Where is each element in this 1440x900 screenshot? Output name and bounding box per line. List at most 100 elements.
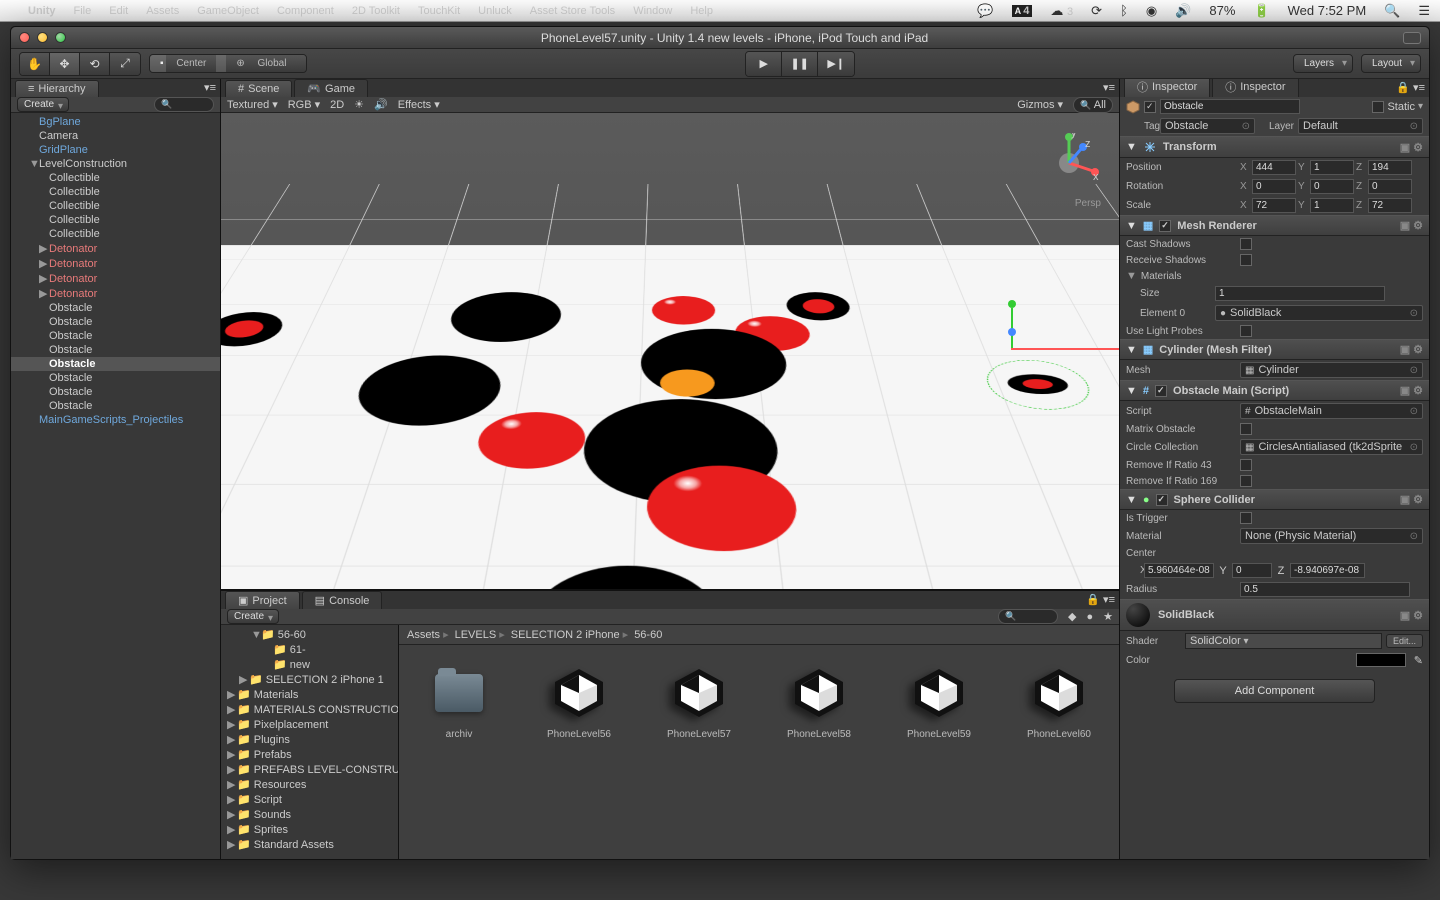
hierarchy-item[interactable]: Obstacle: [11, 399, 220, 413]
gizmos-dropdown[interactable]: Gizmos ▾: [1017, 98, 1063, 111]
menu-item[interactable]: Window: [633, 5, 672, 17]
bluetooth-icon[interactable]: ᛒ: [1120, 3, 1128, 18]
hierarchy-item[interactable]: MainGameScripts_Projectiles: [11, 413, 220, 427]
pos-z[interactable]: [1368, 160, 1412, 175]
panel-menu-icon[interactable]: ▾≡: [1103, 81, 1115, 94]
light-toggle[interactable]: ☀: [354, 98, 364, 111]
gameobject-name[interactable]: [1160, 99, 1300, 114]
hierarchy-item[interactable]: Obstacle: [11, 385, 220, 399]
hierarchy-item[interactable]: ▶Detonator: [11, 241, 220, 256]
hierarchy-item[interactable]: ▶Detonator: [11, 256, 220, 271]
hierarchy-search[interactable]: 🔍: [154, 97, 214, 112]
spherecollider-header[interactable]: ▼ ● Sphere Collider▣ ⚙: [1120, 489, 1429, 510]
meshrenderer-header[interactable]: ▼ ▦ Mesh Renderer▣ ⚙: [1120, 215, 1429, 236]
notification-icon[interactable]: 💬: [977, 3, 993, 19]
menu-item[interactable]: GameObject: [197, 5, 259, 17]
center-z[interactable]: [1290, 563, 1365, 578]
hierarchy-item[interactable]: Obstacle: [11, 371, 220, 385]
scale-tool[interactable]: ⤢: [110, 53, 140, 75]
cast-shadows[interactable]: [1240, 238, 1252, 250]
filter-icon[interactable]: ◆: [1068, 610, 1076, 623]
battery-icon[interactable]: 🔋: [1253, 3, 1269, 19]
project-create[interactable]: Create: [227, 609, 279, 624]
script-field[interactable]: # ObstacleMain: [1240, 403, 1423, 419]
game-tab[interactable]: 🎮Game: [294, 79, 368, 97]
project-tree-item[interactable]: ▶📁 Resources: [221, 777, 398, 792]
asset-item[interactable]: archiv: [419, 665, 499, 740]
scene-search[interactable]: 🔍 All: [1073, 97, 1113, 113]
hierarchy-item[interactable]: ▼LevelConstruction: [11, 157, 220, 171]
project-tree-item[interactable]: ▶📁 Script: [221, 792, 398, 807]
obstaclemain-header[interactable]: ▼ # Obstacle Main (Script)▣ ⚙: [1120, 380, 1429, 401]
breadcrumb-item[interactable]: 56-60: [634, 629, 662, 641]
project-tree-item[interactable]: ▶📁 Pixelplacement: [221, 717, 398, 732]
project-tree-item[interactable]: ▶📁 MATERIALS CONSTRUCTIO: [221, 702, 398, 717]
menu-item[interactable]: Component: [277, 5, 334, 17]
pos-x[interactable]: [1252, 160, 1296, 175]
project-tree-item[interactable]: ▼📁 56-60: [221, 627, 398, 642]
asset-item[interactable]: PhoneLevel58: [779, 665, 859, 740]
inspector-tab[interactable]: ⓘInspector: [1124, 79, 1210, 97]
menu-item[interactable]: File: [74, 5, 92, 17]
center-x[interactable]: [1144, 563, 1214, 578]
rotate-tool[interactable]: ⟲: [80, 53, 110, 75]
maximize-button[interactable]: [1403, 32, 1421, 44]
transform-header[interactable]: ▼ Transform▣ ⚙: [1120, 136, 1429, 158]
hierarchy-item[interactable]: Collectible: [11, 185, 220, 199]
pivot-toggle[interactable]: ▪ Center ⊕ Global: [149, 54, 307, 73]
menu-item[interactable]: 2D Toolkit: [352, 5, 400, 17]
hierarchy-item[interactable]: Obstacle: [11, 301, 220, 315]
project-tab[interactable]: ▣Project: [225, 591, 300, 609]
mat-size[interactable]: [1215, 286, 1385, 301]
hand-tool[interactable]: ✋: [20, 53, 50, 75]
meshfilter-header[interactable]: ▼ ▦ Cylinder (Mesh Filter)▣ ⚙: [1120, 339, 1429, 360]
physic-material[interactable]: None (Physic Material): [1240, 528, 1423, 544]
asset-item[interactable]: PhoneLevel56: [539, 665, 619, 740]
tag-dropdown[interactable]: Obstacle: [1160, 118, 1255, 134]
project-tree-item[interactable]: 📁 61-: [221, 642, 398, 657]
center-y[interactable]: [1232, 563, 1272, 578]
hierarchy-item[interactable]: BgPlane: [11, 115, 220, 129]
scene-tab[interactable]: #Scene: [225, 80, 292, 97]
remove-43[interactable]: [1240, 459, 1252, 471]
color-swatch[interactable]: [1356, 653, 1406, 667]
scene-viewport[interactable]: y z x Persp: [221, 113, 1119, 589]
breadcrumb-item[interactable]: Assets: [407, 628, 449, 641]
step-button[interactable]: ▶❙: [818, 52, 854, 76]
matrix-obstacle[interactable]: [1240, 423, 1252, 435]
menu-item[interactable]: Help: [690, 5, 713, 17]
app-name[interactable]: Unity: [28, 5, 56, 17]
add-component-button[interactable]: Add Component: [1174, 679, 1376, 703]
effects-dropdown[interactable]: Effects ▾: [398, 98, 440, 111]
rot-y[interactable]: [1310, 179, 1354, 194]
breadcrumb-item[interactable]: LEVELS: [455, 628, 505, 641]
audio-toggle[interactable]: 🔊: [374, 98, 388, 111]
zoom-button[interactable]: [55, 32, 66, 43]
scene-gizmo[interactable]: y z x: [1039, 133, 1099, 193]
close-button[interactable]: [19, 32, 30, 43]
static-checkbox[interactable]: [1372, 101, 1384, 113]
hierarchy-tab[interactable]: ≡Hierarchy: [15, 80, 99, 97]
asset-item[interactable]: PhoneLevel59: [899, 665, 979, 740]
hierarchy-item[interactable]: Collectible: [11, 227, 220, 241]
pos-y[interactable]: [1310, 160, 1354, 175]
project-tree-item[interactable]: ▶📁 PREFABS LEVEL-CONSTRU: [221, 762, 398, 777]
panel-lock-icon[interactable]: 🔒 ▾≡: [1396, 81, 1425, 94]
panel-menu-icon[interactable]: ▾≡: [204, 81, 216, 94]
2d-toggle[interactable]: 2D: [330, 99, 344, 111]
sync-icon[interactable]: ⟳: [1091, 3, 1102, 19]
eyedropper-icon[interactable]: ✎: [1414, 654, 1423, 667]
volume-icon[interactable]: 🔊: [1175, 3, 1191, 19]
light-probes[interactable]: [1240, 325, 1252, 337]
project-tree-item[interactable]: ▶📁 Sounds: [221, 807, 398, 822]
rot-x[interactable]: [1252, 179, 1296, 194]
scl-z[interactable]: [1368, 198, 1412, 213]
cloud-icon[interactable]: ☁ 3: [1050, 3, 1073, 19]
breadcrumb-item[interactable]: SELECTION 2 iPhone: [511, 628, 628, 641]
project-tree-item[interactable]: ▶📁 Prefabs: [221, 747, 398, 762]
rgb-dropdown[interactable]: RGB ▾: [288, 98, 320, 111]
clock[interactable]: Wed 7:52 PM: [1288, 3, 1367, 18]
scl-y[interactable]: [1310, 198, 1354, 213]
project-search[interactable]: 🔍: [998, 609, 1058, 624]
hierarchy-create[interactable]: Create: [17, 97, 69, 112]
